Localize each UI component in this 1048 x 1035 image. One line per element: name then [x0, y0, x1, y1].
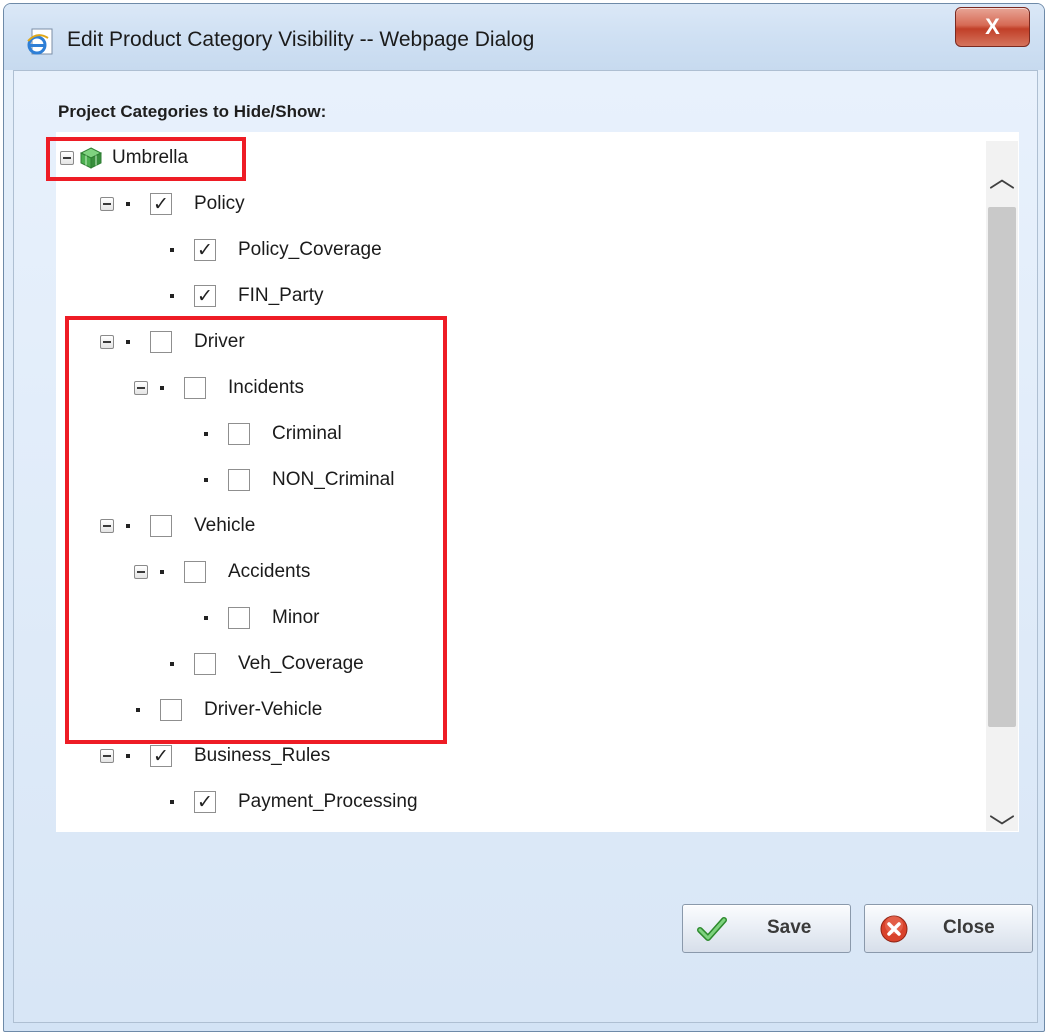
tree-node-payment-processing[interactable]: ✓ Payment_Processing [170, 787, 418, 817]
tree-dot [126, 754, 130, 758]
close-button[interactable]: Close [864, 904, 1033, 953]
save-button-label: Save [767, 917, 812, 938]
checkbox-policy-coverage[interactable]: ✓ [194, 239, 216, 261]
collapse-icon[interactable] [100, 749, 114, 763]
node-label: Payment_Processing [238, 791, 418, 812]
node-label: Policy_Coverage [238, 239, 382, 260]
tree-dot [126, 202, 130, 206]
node-label: FIN_Party [238, 285, 324, 306]
tree-dot [170, 800, 174, 804]
collapse-icon[interactable] [100, 197, 114, 211]
scroll-up-icon[interactable]: ︿ [986, 151, 1018, 201]
unchecked-group-highlight-box [65, 316, 447, 744]
tree-node-policy-coverage[interactable]: ✓ Policy_Coverage [170, 235, 382, 265]
title-bar[interactable]: Edit Product Category Visibility -- Webp… [4, 4, 1044, 70]
checkbox-policy[interactable]: ✓ [150, 193, 172, 215]
root-highlight-box [46, 137, 246, 181]
scroll-thumb[interactable] [988, 207, 1016, 727]
tree-dot [170, 294, 174, 298]
tree-scrollbar[interactable]: ︿ ﹀ [986, 141, 1018, 843]
checkbox-payment-processing[interactable]: ✓ [194, 791, 216, 813]
category-tree: Umbrella ✓ Policy ✓ Policy_Coverage ✓ FI… [46, 132, 1019, 832]
save-button[interactable]: Save [682, 904, 851, 953]
tree-node-fin-party[interactable]: ✓ FIN_Party [170, 281, 324, 311]
checkmark-icon [697, 917, 727, 941]
section-label: Project Categories to Hide/Show: [58, 102, 327, 121]
checkbox-fin-party[interactable]: ✓ [194, 285, 216, 307]
node-label: Policy [194, 193, 245, 214]
checkbox-business-rules[interactable]: ✓ [150, 745, 172, 767]
node-label: Business_Rules [194, 745, 331, 766]
close-circle-icon [880, 915, 908, 943]
tree-node-policy[interactable]: ✓ Policy [100, 189, 245, 219]
ie-page-icon [27, 28, 53, 55]
tree-dot [170, 248, 174, 252]
scroll-down-icon[interactable]: ﹀ [986, 801, 1018, 851]
window-title: Edit Product Category Visibility -- Webp… [67, 28, 535, 51]
close-button-label: Close [943, 917, 995, 938]
dialog-content: Project Categories to Hide/Show: Umbrell… [13, 70, 1038, 1023]
tree-node-business-rules[interactable]: ✓ Business_Rules [100, 741, 330, 771]
dialog-window: Edit Product Category Visibility -- Webp… [3, 3, 1045, 1032]
window-close-button[interactable]: X [955, 7, 1030, 47]
